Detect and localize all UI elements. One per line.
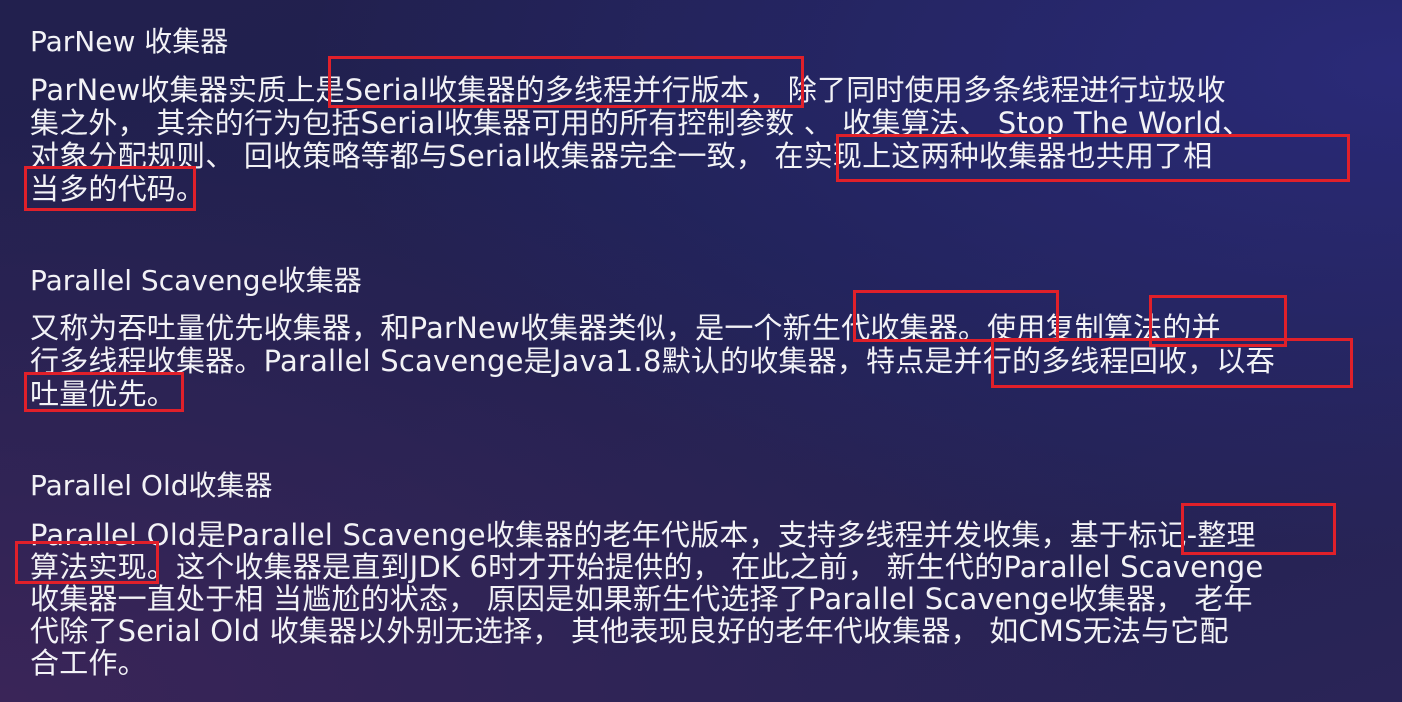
section-heading-parallel-old: Parallel Old收集器: [30, 469, 273, 502]
parallel-old-text-line: Parallel Old是Parallel Scavenge收集器的老年代版本，…: [30, 518, 1256, 552]
parnew-text-line: 当多的代码。: [30, 172, 206, 206]
parallel-scavenge-text-line: 又称为吞吐量优先收集器，和ParNew收集器类似，是一个新生代收集器。使用复制算…: [30, 311, 1221, 345]
section-heading-parallel-scavenge: Parallel Scavenge收集器: [30, 264, 362, 297]
parallel-scavenge-text-line: 行多线程收集器。Parallel Scavenge是Java1.8默认的收集器，…: [30, 344, 1275, 378]
parnew-text-line: ParNew收集器实质上是Serial收集器的多线程并行版本， 除了同时使用多条…: [30, 73, 1226, 107]
parallel-old-text-line: 代除了Serial Old 收集器以外别无选择， 其他表现良好的老年代收集器， …: [30, 614, 1229, 648]
parnew-text-line: 对象分配规则、 回收策略等都与Serial收集器完全一致， 在实现上这两种收集器…: [30, 139, 1213, 173]
parallel-old-text-line: 收集器一直处于相 当尴尬的状态， 原因是如果新生代选择了Parallel Sca…: [30, 582, 1253, 616]
section-heading-parnew: ParNew 收集器: [30, 25, 229, 58]
parallel-scavenge-text-line: 吐量优先。: [30, 377, 177, 411]
parallel-old-text-line: 合工作。: [30, 646, 147, 680]
parallel-old-text-line: 算法实现。这个收集器是直到JDK 6时才开始提供的， 在此之前， 新生代的Par…: [30, 550, 1264, 584]
parnew-text-line: 集之外， 其余的行为包括Serial收集器可用的所有控制参数 、 收集算法、 S…: [30, 106, 1252, 140]
